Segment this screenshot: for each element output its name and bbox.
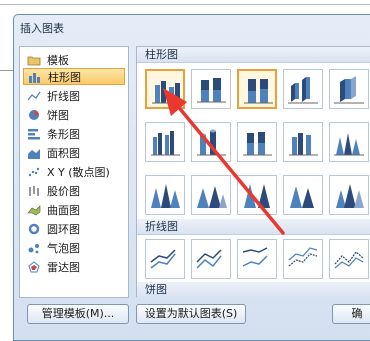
chart-type-label: 折线图 (47, 89, 80, 103)
chart-type-label: 模板 (47, 53, 69, 67)
chart-type-template[interactable]: 模板 (23, 51, 125, 68)
chart-type-bubble[interactable]: 气泡图 (23, 239, 125, 256)
chart-type-area[interactable]: 面积图 (23, 144, 125, 161)
section-header-line: 折线图 (137, 219, 370, 235)
background-window-rule (0, 4, 370, 5)
stacked-line-markers-thumb[interactable] (329, 239, 369, 279)
cone-column-thumb[interactable] (329, 122, 369, 162)
chart-type-label: 条形图 (47, 127, 80, 141)
chart-type-label: X Y (散点图) (47, 165, 110, 179)
percent-stacked-line-thumb[interactable] (237, 239, 277, 279)
surface-chart-icon (27, 203, 41, 216)
chart-type-bar[interactable]: 条形图 (23, 125, 125, 142)
chart-type-label: 气泡图 (47, 241, 80, 255)
bar-chart-icon (27, 127, 41, 140)
stacked-pyramid-thumb[interactable] (191, 175, 231, 215)
area-chart-icon (27, 146, 41, 159)
stacked-line-thumb[interactable] (191, 239, 231, 279)
chart-subtype-gallery: 柱形图 折线图 饼图 (136, 46, 370, 297)
stacked-column-thumb[interactable] (191, 69, 231, 109)
insert-chart-dialog: 插入图表 模板 柱形图 折线图 饼图 条形图 面积图 X Y (散点图) 股价图… (13, 14, 370, 341)
section-header-column: 柱形图 (137, 47, 370, 63)
bubble-chart-icon (27, 241, 41, 254)
chart-type-column[interactable]: 柱形图 (23, 68, 125, 85)
chart-type-label: 饼图 (47, 108, 69, 122)
cylinder-column-thumb[interactable] (191, 122, 231, 162)
chart-type-list[interactable]: 模板 柱形图 折线图 饼图 条形图 面积图 X Y (散点图) 股价图 曲面图 … (19, 46, 129, 298)
scatter-chart-icon (27, 165, 41, 178)
percent-stacked-pyramid-thumb[interactable] (237, 175, 277, 215)
3d-column-thumb[interactable] (145, 122, 185, 162)
line-with-markers-thumb[interactable] (283, 239, 323, 279)
chart-type-label: 圆环图 (47, 222, 80, 236)
chart-type-scatter[interactable]: X Y (散点图) (23, 163, 125, 180)
3d-pyramid-column-thumb[interactable] (329, 175, 369, 215)
line-chart-icon (27, 89, 41, 102)
3d-stacked-column-thumb[interactable] (329, 69, 369, 109)
stock-chart-icon (27, 184, 41, 197)
column-chart-icon (28, 70, 42, 83)
line-thumb[interactable] (145, 239, 185, 279)
doughnut-chart-icon (27, 222, 41, 235)
ok-button[interactable]: 确 (332, 304, 370, 324)
chart-type-doughnut[interactable]: 圆环图 (23, 220, 125, 237)
chart-type-radar[interactable]: 雷达图 (23, 258, 125, 275)
chart-type-label: 面积图 (47, 146, 80, 160)
pyramid-column-thumb[interactable] (145, 175, 185, 215)
chart-type-line[interactable]: 折线图 (23, 87, 125, 104)
chart-type-surface[interactable]: 曲面图 (23, 201, 125, 218)
chart-type-pie[interactable]: 饼图 (23, 106, 125, 123)
chart-type-stock[interactable]: 股价图 (23, 182, 125, 199)
chart-type-label: 雷达图 (47, 260, 80, 274)
clustered-column-thumb[interactable] (145, 69, 185, 109)
chart-type-label: 曲面图 (47, 203, 80, 217)
3d-cylinder-thumb[interactable] (283, 122, 323, 162)
section-header-pie: 饼图 (137, 282, 370, 297)
radar-chart-icon (27, 260, 41, 273)
set-default-chart-button[interactable]: 设置为默认图表(S) (136, 304, 246, 324)
pie-chart-icon (27, 108, 41, 121)
manage-templates-button[interactable]: 管理模板(M)... (27, 304, 129, 324)
stacked-cylinder-thumb[interactable] (237, 122, 277, 162)
chart-type-label: 柱形图 (48, 70, 81, 84)
3d-clustered-column-thumb[interactable] (283, 69, 323, 109)
chart-type-label: 股价图 (47, 184, 80, 198)
3d-pyramid-thumb[interactable] (283, 175, 323, 215)
folder-icon (27, 53, 41, 66)
percent-stacked-column-thumb[interactable] (237, 69, 277, 109)
dialog-title: 插入图表 (20, 22, 64, 35)
